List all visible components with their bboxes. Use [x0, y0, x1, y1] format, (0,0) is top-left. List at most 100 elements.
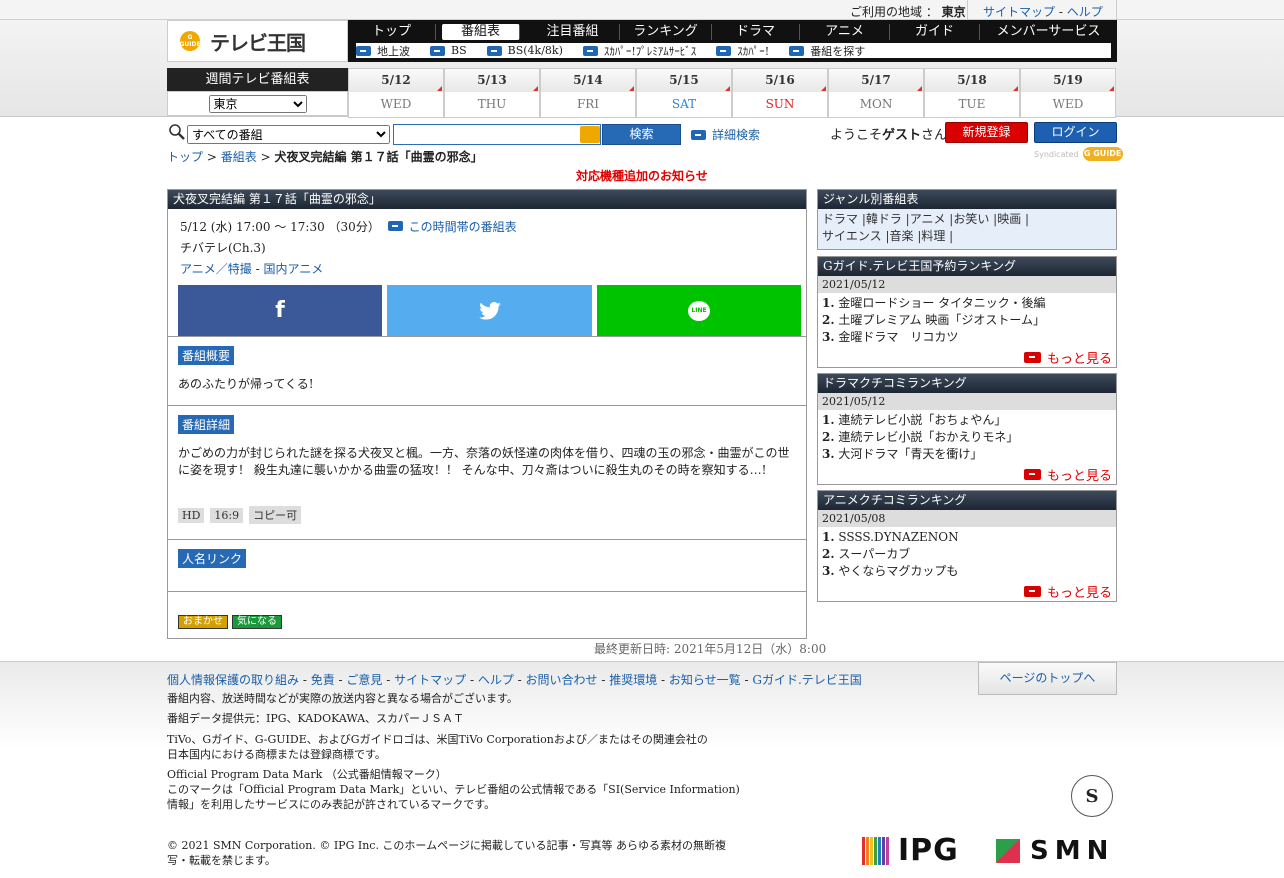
genre-link-anime[interactable]: アニメ／特撮 [180, 262, 252, 276]
nav-member[interactable]: メンバーサービス [980, 24, 1117, 40]
breadcrumb-guide[interactable]: 番組表 [221, 150, 257, 164]
arrow-icon [486, 45, 502, 56]
drama-ranking-panel: ドラマクチコミランキング 2021/05/12 1. 連続テレビ小説「おちょやん… [817, 373, 1117, 485]
genre-links-row1[interactable]: ドラマ |韓ドラ |アニメ |お笑い |映画 | [822, 211, 1112, 228]
summary-section: 番組概要 あのふたりが帰ってくる! [168, 336, 806, 405]
logo-text: テレビ王国 [210, 30, 306, 55]
nav-guide[interactable]: 番組表 [442, 24, 520, 40]
summary-label: 番組概要 [178, 346, 235, 365]
breadcrumb-top[interactable]: トップ [167, 150, 203, 164]
sitemap-link[interactable]: サイトマップ [983, 5, 1055, 19]
ranking-item[interactable]: 3. やくならマグカップも [822, 563, 1112, 580]
detail-section: 番組詳細 かごめの力が封じられた謎を探る犬夜叉と楓。一方、奈落の妖怪達の肉体を借… [168, 405, 806, 539]
line-share-button[interactable]: LINE [597, 285, 801, 336]
ranking-item[interactable]: 2. 土曜プレミアム 映画「ジオストーム」 [822, 312, 1112, 329]
search-button[interactable]: 検索 [602, 124, 681, 145]
more-link[interactable]: もっと見る [818, 582, 1116, 601]
subnav-bs[interactable]: BS [430, 44, 467, 57]
arrow-icon [430, 45, 445, 56]
footer-link[interactable]: 個人情報保護の取り組み [167, 673, 299, 687]
syndicated-logo: Syndicated G GUIDE [1034, 147, 1123, 161]
arrow-icon [1023, 352, 1041, 363]
twitter-share-button[interactable] [387, 285, 592, 336]
more-link[interactable]: もっと見る [818, 348, 1116, 367]
footer-link[interactable]: お知らせ一覧 [669, 673, 741, 687]
footer-mark-info: Official Program Data Mark （公式番組情報マーク） この… [167, 768, 740, 811]
top-links: サイトマップ - ヘルプ [967, 0, 1117, 20]
ranking-item[interactable]: 1. 連続テレビ小説「おちょやん」 [822, 412, 1112, 429]
footer-copyright: © 2021 SMN Corporation. © IPG Inc. このホーム… [167, 839, 727, 867]
register-button[interactable]: 新規登録 [945, 122, 1028, 143]
smn-logo: SMN [996, 836, 1114, 866]
subnav-terrestrial[interactable]: 地上波 [356, 43, 410, 59]
subnav-skyperfect[interactable]: ｽｶﾊﾟｰ! [716, 43, 769, 59]
kininaru-button[interactable]: 気になる [232, 615, 282, 629]
detail-search-link[interactable]: 詳細検索 [691, 126, 760, 143]
actions-section: おまかせ 気になる [168, 591, 806, 639]
footer-link[interactable]: お問い合わせ [526, 673, 598, 687]
login-button[interactable]: ログイン [1034, 122, 1117, 143]
region-select[interactable]: 東京 [208, 94, 307, 113]
footer-link[interactable]: Gガイド.テレビ王国 [752, 673, 861, 687]
footer-link[interactable]: 免責 [311, 673, 335, 687]
notice-link[interactable]: 対応機種追加のお知らせ [576, 167, 708, 184]
more-link[interactable]: もっと見る [818, 465, 1116, 484]
day-0514[interactable]: 5/14 FRI [540, 68, 636, 118]
arrow-icon [1023, 586, 1041, 597]
facebook-share-button[interactable]: f [178, 285, 382, 336]
gguide-search-icon [580, 126, 600, 143]
arrow-icon [1023, 469, 1041, 480]
day-0518[interactable]: 5/18 TUE [924, 68, 1020, 118]
arrow-icon [716, 45, 732, 56]
help-link[interactable]: ヘルプ [1067, 5, 1103, 19]
people-section: 人名リンク [168, 539, 806, 591]
footer-note: 番組内容、放送時間などが実際の放送内容と異なる場合がございます。 [167, 692, 518, 705]
day-0513[interactable]: 5/13 THU [444, 68, 540, 118]
share-buttons: f LINE [178, 285, 802, 336]
last-updated: 最終更新日時: 2021年5月12日（水）8:00 [594, 642, 827, 656]
genre-select[interactable]: すべての番組 [187, 125, 390, 144]
timeslot-link[interactable]: この時間帯の番組表 [409, 220, 517, 234]
nav-guide-help[interactable]: ガイド [890, 24, 980, 40]
breadcrumb-current: 犬夜叉完結編 第１７話「曲霊の邪念」 [274, 150, 483, 164]
nav-ranking[interactable]: ランキング [620, 24, 712, 40]
day-0512[interactable]: 5/12 WED [348, 68, 444, 118]
genre-links-row2[interactable]: サイエンス |音楽 |料理 | [822, 228, 1112, 245]
nav-featured[interactable]: 注目番組 [526, 24, 620, 40]
tag-aspect: 16:9 [210, 508, 244, 523]
ranking-item[interactable]: 2. スーパーカブ [822, 546, 1112, 563]
footer-link[interactable]: 推奨環境 [609, 673, 657, 687]
nav-top[interactable]: トップ [348, 24, 436, 40]
subnav-bs4k[interactable]: BS(4k/8k) [486, 44, 563, 57]
search-input[interactable] [393, 124, 601, 145]
day-0517[interactable]: 5/17 MON [828, 68, 924, 118]
ranking-item[interactable]: 3. 金曜ドラマ リコカツ [822, 329, 1112, 346]
footer-trademark: TiVo、Gガイド、G-GUIDE、およびGガイドロゴは、米国TiVo Corp… [167, 733, 708, 761]
omakase-button[interactable]: おまかせ [178, 615, 228, 629]
footer-link[interactable]: サイトマップ [394, 673, 466, 687]
ranking-item[interactable]: 2. 連続テレビ小説「おかえりモネ」 [822, 429, 1112, 446]
region-value[interactable]: 東京 [942, 5, 966, 19]
region-label: ご利用の地域 ： [850, 5, 938, 19]
genre-panel: ジャンル別番組表 ドラマ |韓ドラ |アニメ |お笑い |映画 | サイエンス … [817, 189, 1117, 250]
ranking-item[interactable]: 1. SSSS.DYNAZENON [822, 529, 1112, 546]
page-top-button[interactable]: ページのトップへ [978, 662, 1117, 695]
nav-drama[interactable]: ドラマ [712, 24, 800, 40]
footer-link[interactable]: ご意見 [346, 673, 382, 687]
program-title: 犬夜叉完結編 第１７話「曲霊の邪念」 [168, 190, 806, 209]
footer-link[interactable]: ヘルプ [478, 673, 514, 687]
day-0515[interactable]: 5/15 SAT [636, 68, 732, 118]
day-0519[interactable]: 5/19 WED [1020, 68, 1116, 118]
tag-copy: コピー可 [249, 506, 302, 524]
subnav-skyperfect-premium[interactable]: ｽｶﾊﾟｰ!ﾌﾟﾚﾐｱﾑｻｰﾋﾞｽ [582, 43, 696, 59]
ranking-item[interactable]: 1. 金曜ロードショー タイタニック・後編 [822, 295, 1112, 312]
genre-link-domestic-anime[interactable]: 国内アニメ [263, 262, 323, 276]
ranking-item[interactable]: 3. 大河ドラマ「青天を衝け」 [822, 446, 1112, 463]
subnav-find-program[interactable]: 番組を探す [789, 43, 865, 59]
arrow-icon [789, 45, 805, 56]
program-channel: チバテレ(Ch.3) [180, 241, 266, 255]
nav-anime[interactable]: アニメ [800, 24, 890, 40]
site-logo[interactable]: G GUIDE テレビ王国 [167, 20, 348, 62]
day-0516[interactable]: 5/16 SUN [732, 68, 828, 118]
ranking-date: 2021/05/12 [818, 276, 1116, 293]
